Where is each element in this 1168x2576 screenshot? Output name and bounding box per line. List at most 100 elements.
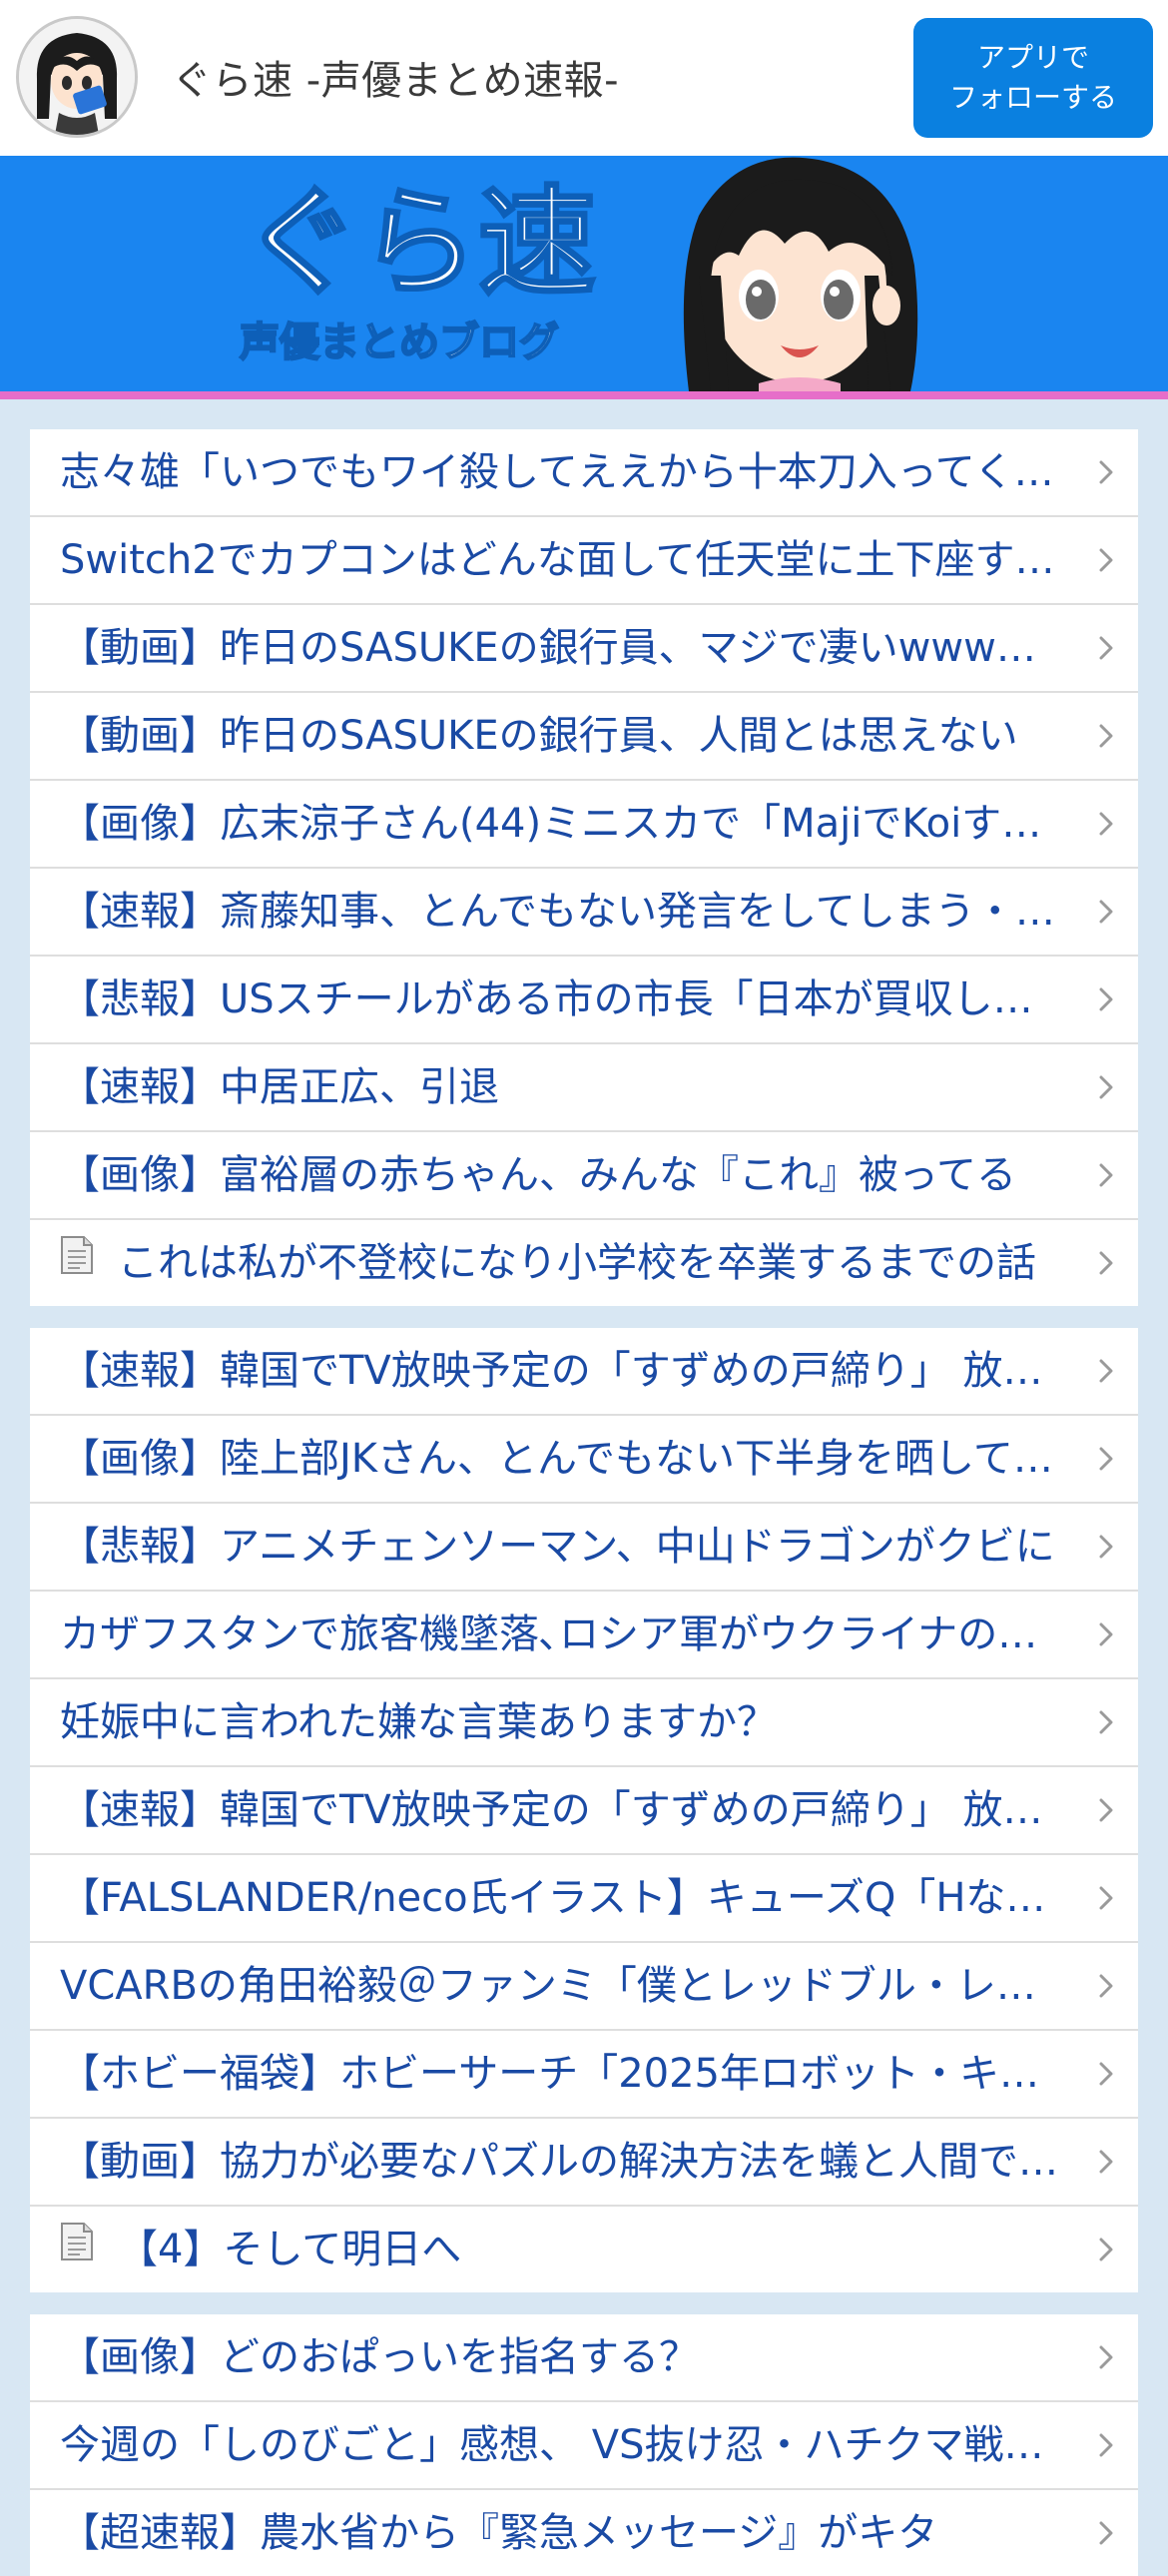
document-icon — [60, 1220, 94, 1305]
article-title-text: 今週の「しのびごと」感想、 VS抜け忍・ハチクマ戦の行方 — [60, 2422, 1098, 2468]
article-title[interactable]: 【動画】昨日のSASUKEの銀行員、人間とは思えない — [60, 693, 1098, 779]
article-row[interactable]: 【ホビー福袋】ホビーサーチ「2025年ロボット・キャラクター — [30, 2031, 1138, 2119]
article-row[interactable]: 【速報】韓国でTV放映予定の「すずめの戸締り」 放送中止 — [30, 1328, 1138, 1416]
article-title-text: 【画像】富裕層の赤ちゃん、みんな『これ』被ってる — [60, 1152, 1016, 1198]
chevron-right-icon — [1094, 1974, 1118, 1998]
article-title[interactable]: カザフスタンで旅客機墜落､ロシア軍がウクライナの無人機と誤認 — [60, 1592, 1098, 1677]
article-title-text: 【ホビー福袋】ホビーサーチ「2025年ロボット・キャラクター — [60, 2051, 1098, 2097]
article-title[interactable]: 【画像】どのおぱっいを指名する？ — [60, 2314, 1098, 2400]
document-icon — [60, 2207, 94, 2291]
article-row[interactable]: 【4】そして明日へ — [30, 2207, 1138, 2292]
article-title-text: 【画像】陸上部JKさん、とんでもない下半身を晒してしまう — [60, 1436, 1098, 1482]
article-title[interactable]: 【動画】協力が必要なパズルの解決方法を蟻と人間で比較 — [60, 2119, 1098, 2205]
article-title-text: 【動画】協力が必要なパズルの解決方法を蟻と人間で比較 — [60, 2139, 1098, 2185]
chevron-right-icon — [1094, 1251, 1118, 1275]
follow-in-app-button[interactable]: アプリで フォローする — [913, 18, 1153, 138]
article-row[interactable]: 志々雄「いつでもワイ殺してええから十本刀入ってくれ」 — [30, 429, 1138, 517]
article-title[interactable]: VCARBの角田裕毅＠ファンミ「僕とレッドブル・レーシング — [60, 1943, 1098, 2029]
banner-artwork: ぐら速 声優まとめブログ — [0, 156, 1168, 391]
chevron-right-icon — [1094, 812, 1118, 836]
article-title-text: 【画像】広末涼子さん(44)ミニスカで「MajiでKoiする5秒前」 — [60, 801, 1098, 847]
article-title-text: 【速報】韓国でTV放映予定の「すずめの戸締り」 放送中止 — [60, 1787, 1098, 1833]
article-row[interactable]: 妊娠中に言われた嫌な言葉ありますか？ — [30, 1679, 1138, 1767]
article-title[interactable]: 【速報】韓国でTV放映予定の「すずめの戸締り」 放送中止 — [60, 1767, 1098, 1853]
article-title-text: 志々雄「いつでもワイ殺してええから十本刀入ってくれ」 — [60, 449, 1094, 495]
article-row[interactable]: 【悲報】アニメチェンソーマン、中山ドラゴンがクビに — [30, 1504, 1138, 1592]
article-title[interactable]: 【4】そして明日へ — [60, 2207, 1098, 2292]
article-title[interactable]: 【超速報】農水省から『緊急メッセージ』がキタ — [60, 2490, 1098, 2576]
article-list-section-2: 【速報】韓国でTV放映予定の「すずめの戸締り」 放送中止 【画像】陸上部JKさん、… — [30, 1328, 1138, 2292]
site-banner[interactable]: ぐら速 声優まとめブログ — [0, 156, 1168, 391]
article-title[interactable]: 【動画】昨日のSASUKEの銀行員、マジで凄いwwwwww — [60, 605, 1098, 691]
site-avatar[interactable] — [16, 16, 138, 138]
article-title-text: 妊娠中に言われた嫌な言葉ありますか？ — [60, 1699, 777, 1745]
article-title-text: Switch2でカプコンはどんな面して任天堂に土下座するのか — [60, 537, 1098, 583]
chevron-right-icon — [1094, 1798, 1118, 1822]
article-title[interactable]: 【画像】広末涼子さん(44)ミニスカで「MajiでKoiする5秒前」 — [60, 781, 1098, 867]
follow-button-line1: アプリで — [976, 41, 1089, 74]
article-title[interactable]: 【画像】陸上部JKさん、とんでもない下半身を晒してしまう — [60, 1416, 1098, 1502]
article-row[interactable]: 【FALSLANDER/neco氏イラスト】キューズQ「Hな下着」 — [30, 1855, 1138, 1943]
chevron-right-icon — [1094, 1359, 1118, 1383]
chevron-right-icon — [1094, 1886, 1118, 1910]
article-row[interactable]: 【速報】斎藤知事、とんでもない発言をしてしまう・・・ — [30, 869, 1138, 957]
article-title[interactable]: 【悲報】USスチールがある市の市長「日本が買収しないと — [60, 957, 1098, 1042]
article-title-text: 【悲報】USスチールがある市の市長「日本が買収しないと — [60, 976, 1098, 1022]
article-title-text: 【超速報】農水省から『緊急メッセージ』がキタ — [60, 2510, 938, 2556]
banner-logo-text: ぐら速 — [243, 174, 596, 312]
article-title-text: 【悲報】アニメチェンソーマン、中山ドラゴンがクビに — [60, 1524, 1055, 1570]
article-title[interactable]: 【速報】韓国でTV放映予定の「すずめの戸締り」 放送中止 — [60, 1328, 1098, 1414]
article-row[interactable]: 【画像】どのおぱっいを指名する？ — [30, 2314, 1138, 2402]
article-title[interactable]: 【悲報】アニメチェンソーマン、中山ドラゴンがクビに — [60, 1504, 1098, 1590]
chevron-right-icon — [1094, 900, 1118, 924]
follow-button-line2: フォローする — [948, 81, 1117, 114]
article-title-text: これは私が不登校になり小学校を卒業するまでの話 — [118, 1240, 1036, 1286]
article-row[interactable]: 【超速報】農水省から『緊急メッセージ』がキタ — [30, 2490, 1138, 2576]
article-title[interactable]: これは私が不登校になり小学校を卒業するまでの話 — [60, 1220, 1098, 1306]
article-row[interactable]: カザフスタンで旅客機墜落､ロシア軍がウクライナの無人機と誤認 — [30, 1592, 1138, 1679]
chevron-right-icon — [1094, 2521, 1118, 2545]
avatar-illustration — [19, 19, 135, 135]
article-title[interactable]: 【画像】富裕層の赤ちゃん、みんな『これ』被ってる — [60, 1132, 1098, 1218]
article-row[interactable]: 【悲報】USスチールがある市の市長「日本が買収しないと — [30, 957, 1138, 1044]
article-title[interactable]: 【速報】中居正広、引退 — [60, 1044, 1098, 1130]
article-row[interactable]: 【画像】広末涼子さん(44)ミニスカで「MajiでKoiする5秒前」 — [30, 781, 1138, 869]
article-list-section-3: 【画像】どのおぱっいを指名する？ 今週の「しのびごと」感想、 VS抜け忍・ハチクマ… — [30, 2314, 1138, 2576]
article-row[interactable]: 【動画】昨日のSASUKEの銀行員、人間とは思えない — [30, 693, 1138, 781]
article-title-text: 【動画】昨日のSASUKEの銀行員、人間とは思えない — [60, 713, 1018, 759]
article-list-section-1: 志々雄「いつでもワイ殺してええから十本刀入ってくれ」 Switch2でカプコンはど… — [30, 429, 1138, 1306]
article-title[interactable]: 【速報】斎藤知事、とんでもない発言をしてしまう・・・ — [60, 869, 1098, 955]
article-row[interactable]: Switch2でカプコンはどんな面して任天堂に土下座するのか — [30, 517, 1138, 605]
site-title: ぐら速 -声優まとめ速報- — [172, 58, 620, 104]
article-row[interactable]: 【速報】中居正広、引退 — [30, 1044, 1138, 1132]
article-row[interactable]: 【速報】韓国でTV放映予定の「すずめの戸締り」 放送中止 — [30, 1767, 1138, 1855]
article-title[interactable]: 【ホビー福袋】ホビーサーチ「2025年ロボット・キャラクター — [60, 2031, 1098, 2117]
article-row[interactable]: 【画像】陸上部JKさん、とんでもない下半身を晒してしまう — [30, 1416, 1138, 1504]
banner-subtitle: 声優まとめブログ — [240, 320, 559, 365]
article-row[interactable]: 今週の「しのびごと」感想、 VS抜け忍・ハチクマ戦の行方 — [30, 2402, 1138, 2490]
article-row[interactable]: これは私が不登校になり小学校を卒業するまでの話 — [30, 1220, 1138, 1306]
article-title-text: 【速報】斎藤知事、とんでもない発言をしてしまう・・・ — [60, 889, 1095, 935]
article-title[interactable]: 【FALSLANDER/neco氏イラスト】キューズQ「Hな下着」 — [60, 1855, 1098, 1941]
chevron-right-icon — [1094, 636, 1118, 660]
article-row[interactable]: 【動画】昨日のSASUKEの銀行員、マジで凄いwwwwww — [30, 605, 1138, 693]
article-title[interactable]: 今週の「しのびごと」感想、 VS抜け忍・ハチクマ戦の行方 — [60, 2402, 1098, 2488]
chevron-right-icon — [1094, 2238, 1118, 2261]
article-title[interactable]: 妊娠中に言われた嫌な言葉ありますか？ — [60, 1679, 1098, 1765]
chevron-right-icon — [1094, 2150, 1118, 2174]
chevron-right-icon — [1094, 1163, 1118, 1187]
chevron-right-icon — [1094, 1622, 1118, 1646]
chevron-right-icon — [1094, 2062, 1118, 2086]
chevron-right-icon — [1094, 1447, 1118, 1471]
article-title[interactable]: 志々雄「いつでもワイ殺してええから十本刀入ってくれ」 — [60, 429, 1098, 515]
article-row[interactable]: 【動画】協力が必要なパズルの解決方法を蟻と人間で比較 — [30, 2119, 1138, 2207]
article-title-text: 【速報】韓国でTV放映予定の「すずめの戸締り」 放送中止 — [60, 1348, 1098, 1394]
article-title-text: VCARBの角田裕毅＠ファンミ「僕とレッドブル・レーシング — [60, 1963, 1098, 2009]
article-row[interactable]: 【画像】富裕層の赤ちゃん、みんな『これ』被ってる — [30, 1132, 1138, 1220]
article-title[interactable]: Switch2でカプコンはどんな面して任天堂に土下座するのか — [60, 517, 1098, 603]
chevron-right-icon — [1094, 1075, 1118, 1099]
article-title-text: 【FALSLANDER/neco氏イラスト】キューズQ「Hな下着」 — [60, 1875, 1098, 1921]
article-row[interactable]: VCARBの角田裕毅＠ファンミ「僕とレッドブル・レーシング — [30, 1943, 1138, 2031]
article-title-text: 【速報】中居正広、引退 — [60, 1064, 499, 1110]
chevron-right-icon — [1094, 1535, 1118, 1559]
